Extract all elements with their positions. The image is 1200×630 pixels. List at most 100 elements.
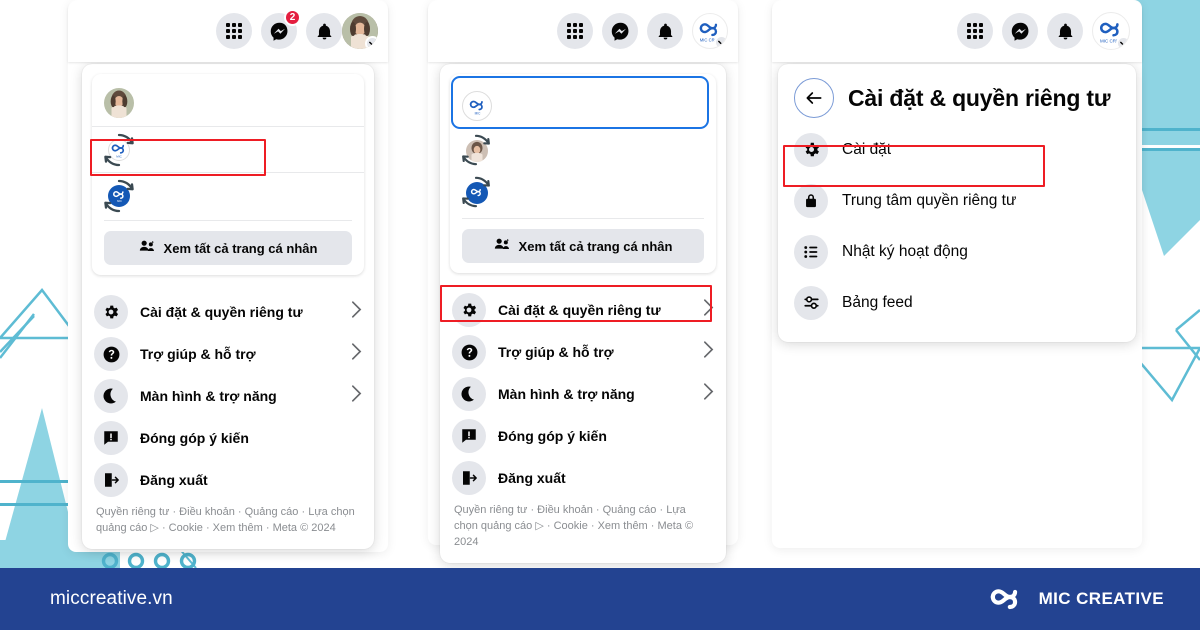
activity-list-icon bbox=[794, 234, 828, 269]
divider bbox=[462, 218, 704, 219]
account-row-page-blue[interactable] bbox=[450, 172, 716, 214]
feed-sliders-icon bbox=[794, 285, 828, 320]
panel-profile-menu-switched: MIC CREA MIC Xem tất cả trang cá nhân Cà… bbox=[428, 0, 738, 563]
panel2-topbar: MIC CREA bbox=[428, 0, 738, 62]
gear-icon bbox=[452, 293, 486, 327]
mic-creative-blue-logo bbox=[462, 176, 492, 208]
chevron-right-icon bbox=[351, 385, 362, 407]
menu-item-privacy-center[interactable]: Trung tâm quyền riêng tư bbox=[778, 175, 1136, 226]
feedback-icon bbox=[452, 419, 486, 453]
footer-url[interactable]: miccreative.vn bbox=[50, 588, 173, 610]
menu-item-label: Nhật ký hoạt động bbox=[842, 242, 968, 260]
user-avatar-photo bbox=[104, 88, 134, 118]
menu-item-label: Trung tâm quyền riêng tư bbox=[842, 191, 1017, 209]
footer-brand: MIC CREATIVE bbox=[987, 584, 1164, 615]
footer-brand-name: MIC CREATIVE bbox=[1038, 589, 1164, 608]
panel-profile-menu: 2 MIC MIC Xem tất cả trang cá nhân Cài đ… bbox=[68, 0, 388, 549]
menu-item-label: Cài đặt & quyền riêng tư bbox=[140, 304, 303, 320]
menu-item-label: Trợ giúp & hỗ trợ bbox=[140, 346, 256, 362]
account-name-user bbox=[146, 96, 352, 110]
divider bbox=[104, 220, 352, 221]
account-name-selected bbox=[504, 99, 704, 113]
gear-icon bbox=[794, 132, 828, 167]
menu-item-label: Đăng xuất bbox=[140, 472, 208, 488]
panel1-accounts-box: MIC MIC Xem tất cả trang cá nhân bbox=[92, 74, 364, 275]
profile-avatar-photo[interactable] bbox=[342, 13, 378, 49]
feedback-icon bbox=[94, 421, 128, 455]
menu-grid-icon[interactable] bbox=[216, 13, 252, 49]
account-name-user bbox=[504, 144, 704, 158]
menu-item-settings-privacy[interactable]: Cài đặt & quyền riêng tư bbox=[440, 289, 726, 331]
screenshot-root: 2 MIC MIC Xem tất cả trang cá nhân Cài đ… bbox=[0, 0, 1200, 630]
menu-item-label: Trợ giúp & hỗ trợ bbox=[498, 344, 614, 360]
panel2-menu-list: Cài đặt & quyền riêng tư Trợ giúp & hỗ t… bbox=[440, 283, 726, 563]
footer-bar: miccreative.vn MIC CREATIVE bbox=[0, 568, 1200, 630]
mic-creative-page-logo: MIC bbox=[104, 133, 134, 166]
chevron-down-icon bbox=[714, 35, 727, 48]
menu-item-label: Cài đặt & quyền riêng tư bbox=[498, 302, 661, 318]
question-circle-icon bbox=[94, 337, 128, 371]
mic-creative-avatar-logo[interactable]: MIC CREA bbox=[692, 13, 728, 49]
logout-icon bbox=[94, 463, 128, 497]
menu-item-label: Bảng feed bbox=[842, 293, 913, 311]
see-all-profiles-button[interactable]: Xem tất cả trang cá nhân bbox=[104, 231, 352, 265]
menu-item-help-support[interactable]: Trợ giúp & hỗ trợ bbox=[440, 331, 726, 373]
panel3-header: Cài đặt & quyền riêng tư bbox=[778, 64, 1136, 124]
back-arrow-icon[interactable] bbox=[794, 78, 834, 118]
menu-item-feedback[interactable]: Đóng góp ý kiến bbox=[82, 417, 374, 459]
see-all-profiles-button[interactable]: Xem tất cả trang cá nhân bbox=[462, 229, 704, 263]
people-switch-icon bbox=[494, 237, 511, 255]
menu-item-logout[interactable]: Đăng xuất bbox=[82, 459, 374, 501]
panel-settings-privacy: MIC CREA Cài đặt & quyền riêng tư Cài đặ… bbox=[772, 0, 1142, 342]
account-name-page bbox=[146, 143, 352, 157]
messenger-icon[interactable] bbox=[602, 13, 638, 49]
menu-item-display-accessibility[interactable]: Màn hình & trợ năng bbox=[440, 373, 726, 415]
menu-item-display-accessibility[interactable]: Màn hình & trợ năng bbox=[82, 375, 374, 417]
mic-creative-infinity-logo bbox=[987, 584, 1027, 615]
menu-grid-icon[interactable] bbox=[957, 13, 993, 49]
moon-icon bbox=[452, 377, 486, 411]
account-row-page[interactable]: MIC bbox=[92, 126, 364, 172]
mic-creative-page-logo: MIC bbox=[462, 91, 492, 121]
menu-item-settings[interactable]: Cài đặt bbox=[778, 124, 1136, 175]
menu-item-help-support[interactable]: Trợ giúp & hỗ trợ bbox=[82, 333, 374, 375]
account-name-page-blue bbox=[504, 186, 704, 200]
account-name-page-blue bbox=[146, 189, 352, 203]
notifications-bell-icon[interactable] bbox=[306, 13, 342, 49]
menu-item-activity-log[interactable]: Nhật ký hoạt động bbox=[778, 226, 1136, 277]
menu-grid-icon[interactable] bbox=[557, 13, 593, 49]
legal-links[interactable]: Quyền riêng tư · Điều khoản · Quảng cáo … bbox=[82, 501, 374, 549]
menu-item-feedback[interactable]: Đóng góp ý kiến bbox=[440, 415, 726, 457]
menu-item-label: Đăng xuất bbox=[498, 470, 566, 486]
chevron-down-icon bbox=[365, 36, 378, 49]
moon-icon bbox=[94, 379, 128, 413]
people-switch-icon bbox=[139, 239, 156, 257]
account-row-selected-page[interactable]: MIC bbox=[450, 82, 716, 130]
account-row-user[interactable] bbox=[450, 130, 716, 172]
messenger-icon[interactable] bbox=[1002, 13, 1038, 49]
chevron-right-icon bbox=[703, 383, 714, 405]
legal-links[interactable]: Quyền riêng tư · Điều khoản · Quảng cáo … bbox=[440, 499, 726, 563]
panel1-menu-list: Cài đặt & quyền riêng tư Trợ giúp & hỗ t… bbox=[82, 285, 374, 549]
panel3-topbar: MIC CREA bbox=[772, 0, 1142, 62]
messenger-badge: 2 bbox=[284, 9, 301, 26]
chevron-right-icon bbox=[703, 341, 714, 363]
panel1-menu-card: MIC MIC Xem tất cả trang cá nhân Cài đặt… bbox=[82, 64, 374, 549]
menu-item-logout[interactable]: Đăng xuất bbox=[440, 457, 726, 499]
menu-item-label: Cài đặt bbox=[842, 140, 892, 158]
menu-item-settings-privacy[interactable]: Cài đặt & quyền riêng tư bbox=[82, 291, 374, 333]
account-row-user[interactable] bbox=[92, 80, 364, 126]
logout-icon bbox=[452, 461, 486, 495]
messenger-icon[interactable]: 2 bbox=[261, 9, 301, 49]
account-row-page-blue[interactable]: MIC bbox=[92, 172, 364, 218]
lock-icon bbox=[794, 183, 828, 218]
mic-creative-avatar-logo[interactable]: MIC CREA bbox=[1092, 12, 1130, 50]
panel1-topbar: 2 bbox=[68, 0, 388, 62]
gear-icon bbox=[94, 295, 128, 329]
see-all-profiles-label: Xem tất cả trang cá nhân bbox=[163, 240, 318, 256]
notifications-bell-icon[interactable] bbox=[647, 13, 683, 49]
notifications-bell-icon[interactable] bbox=[1047, 13, 1083, 49]
menu-item-feed-settings[interactable]: Bảng feed bbox=[778, 277, 1136, 328]
menu-item-label: Đóng góp ý kiến bbox=[498, 428, 607, 444]
page-title: Cài đặt & quyền riêng tư bbox=[848, 84, 1111, 111]
